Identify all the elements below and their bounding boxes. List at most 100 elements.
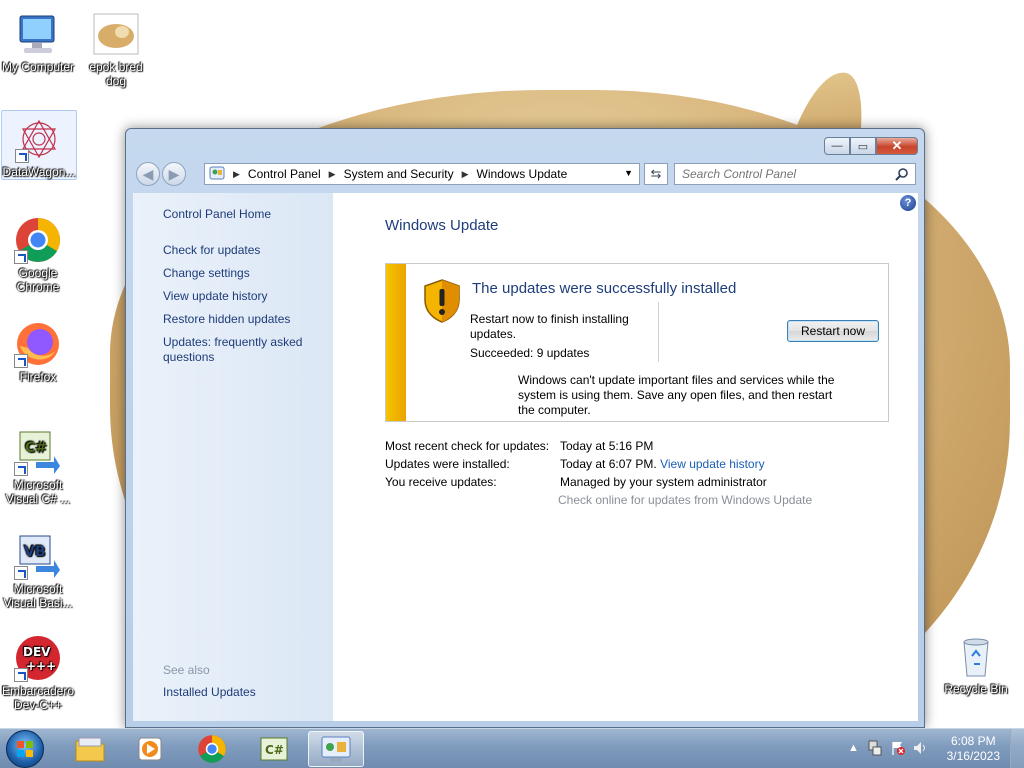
desktop-icon-visual-csharp[interactable]: C# Microsoft Visual C# ... <box>0 424 76 506</box>
breadcrumb-windows-update[interactable]: Windows Update <box>477 167 568 181</box>
start-button[interactable] <box>6 730 44 768</box>
action-center-flag-icon[interactable] <box>890 740 906 759</box>
info-value: Today at 6:07 PM. View update history <box>560 457 765 471</box>
svg-text:DEV: DEV <box>23 645 51 659</box>
clock-date: 3/16/2023 <box>946 749 1000 763</box>
shortcut-arrow-icon <box>14 668 28 682</box>
desktop-icon-firefox[interactable]: Firefox <box>0 316 76 384</box>
chrome-icon <box>198 735 226 763</box>
task-pane: Control Panel Home Check for updates Cha… <box>133 193 333 721</box>
breadcrumb-control-panel[interactable]: Control Panel <box>248 167 321 181</box>
view-update-history-link[interactable]: View update history <box>163 289 323 304</box>
page-title: Windows Update <box>385 217 499 234</box>
desktop-icon-recycle-bin[interactable]: Recycle Bin <box>938 628 1014 696</box>
taskbar-media-player[interactable] <box>122 731 178 767</box>
update-status-panel: The updates were successfully installed … <box>385 263 889 422</box>
folder-icon <box>75 737 105 762</box>
arrow-right-icon: ▶ <box>168 165 180 182</box>
firefox-icon <box>14 320 62 368</box>
control-panel-window: — ▭ ✕ ◀ ▶ ▶ Control Panel ▶ System and S… <box>125 128 925 728</box>
svg-text:+++: +++ <box>26 659 56 673</box>
recycle-bin-icon <box>952 632 1000 680</box>
datawagon-icon <box>15 115 63 163</box>
search-input[interactable] <box>682 167 882 181</box>
desktop-icon-visual-basic[interactable]: VB Microsoft Visual Basi... <box>0 528 76 610</box>
restart-note: Windows can't update important files and… <box>518 373 835 417</box>
breadcrumb-system-and-security[interactable]: System and Security <box>344 167 454 181</box>
breadcrumb-separator-icon: ▶ <box>461 168 469 179</box>
restore-hidden-updates-link[interactable]: Restore hidden updates <box>163 312 323 327</box>
close-button[interactable]: ✕ <box>876 137 918 155</box>
desktop-icon-label: DataWagon... <box>2 165 76 179</box>
minimize-button[interactable]: — <box>824 137 850 155</box>
desktop-icon-label: My Computer <box>1 60 75 74</box>
address-dropdown-icon[interactable]: ▼ <box>624 168 633 178</box>
clock[interactable]: 6:08 PM 3/16/2023 <box>947 734 1000 764</box>
desktop-icon-dev-cpp[interactable]: DEV +++ Embarcadero Dev-C++ <box>0 630 76 712</box>
taskbar-chrome[interactable] <box>184 731 240 767</box>
installed-updates-link[interactable]: Installed Updates <box>163 685 323 700</box>
search-box <box>674 163 916 185</box>
restart-now-button[interactable]: Restart now <box>787 320 879 342</box>
taskbar-control-panel[interactable] <box>308 731 364 767</box>
view-update-history-inline-link[interactable]: View update history <box>660 457 765 471</box>
info-label: Updates were installed: <box>385 457 510 471</box>
taskbar: C# ▲ 6:08 PM 3/16/2023 <box>0 728 1024 768</box>
refresh-icon: ⇆ <box>650 166 662 181</box>
desktop-icon-label: Embarcadero Dev-C++ <box>1 684 75 712</box>
breadcrumb-separator-icon: ▶ <box>233 168 240 179</box>
updates-faq-link[interactable]: Updates: frequently asked questions <box>163 335 313 365</box>
status-title: The updates were successfully installed <box>472 280 737 297</box>
svg-text:VB: VB <box>24 544 46 560</box>
main-content: ? Windows Update The updates were succes… <box>333 193 918 721</box>
search-icon[interactable] <box>895 167 909 184</box>
dev-cpp-icon: DEV +++ <box>14 634 62 682</box>
back-button[interactable]: ◀ <box>136 162 160 186</box>
shortcut-arrow-icon <box>14 462 28 476</box>
desktop-icon-my-computer[interactable]: My Computer <box>0 6 76 74</box>
see-also-heading: See also <box>163 663 210 677</box>
svg-text:C#: C# <box>25 440 47 456</box>
breadcrumb-separator-icon: ▶ <box>328 168 336 179</box>
navigation-bar: ◀ ▶ ▶ Control Panel ▶ System and Securit… <box>134 161 916 187</box>
shortcut-arrow-icon <box>14 354 28 368</box>
shortcut-arrow-icon <box>15 149 29 163</box>
visual-csharp-icon: C# <box>260 737 288 761</box>
divider <box>658 302 659 362</box>
clock-time: 6:08 PM <box>950 734 996 748</box>
taskbar-explorer[interactable] <box>62 731 118 767</box>
status-message: Restart now to finish installing updates… <box>470 312 629 341</box>
taskbar-visual-csharp[interactable]: C# <box>246 731 302 767</box>
window-controls: — ▭ ✕ <box>824 137 918 155</box>
maximize-button[interactable]: ▭ <box>850 137 876 155</box>
chrome-icon <box>14 216 62 264</box>
system-tray: ▲ 6:08 PM 3/16/2023 <box>834 729 1024 768</box>
control-panel-home-link[interactable]: Control Panel Home <box>163 207 323 222</box>
info-label: Most recent check for updates: <box>385 439 550 453</box>
forward-button[interactable]: ▶ <box>162 162 186 186</box>
address-bar[interactable]: ▶ Control Panel ▶ System and Security ▶ … <box>204 163 640 185</box>
help-icon[interactable]: ? <box>900 195 916 211</box>
shortcut-arrow-icon <box>14 250 28 264</box>
volume-icon[interactable] <box>912 740 928 759</box>
refresh-button[interactable]: ⇆ <box>644 163 668 185</box>
check-online-link[interactable]: Check online for updates from Windows Up… <box>558 493 812 507</box>
show-hidden-icons-icon[interactable]: ▲ <box>848 742 859 754</box>
computer-icon <box>14 10 62 58</box>
visual-csharp-icon: C# <box>14 428 62 476</box>
windows-logo-icon <box>17 741 33 757</box>
desktop-icon-label: Firefox <box>19 370 57 384</box>
show-desktop-button[interactable] <box>1010 729 1024 768</box>
desktop-icon-datawagon[interactable]: DataWagon... <box>1 110 77 180</box>
desktop-icon-label: Microsoft Visual Basi... <box>3 582 73 610</box>
status-stripe <box>386 264 406 421</box>
change-settings-link[interactable]: Change settings <box>163 266 323 281</box>
window-content: Control Panel Home Check for updates Cha… <box>133 193 918 721</box>
check-for-updates-link[interactable]: Check for updates <box>163 243 323 258</box>
network-icon[interactable] <box>868 740 882 759</box>
arrow-left-icon: ◀ <box>142 165 154 182</box>
info-value-text: Today at 6:07 PM. <box>560 457 657 471</box>
desktop-icon-google-chrome[interactable]: Google Chrome <box>0 212 76 294</box>
desktop-icon-epok-bred-dog[interactable]: epok bred dog <box>78 6 154 88</box>
desktop-icon-label: Microsoft Visual C# ... <box>5 478 71 506</box>
